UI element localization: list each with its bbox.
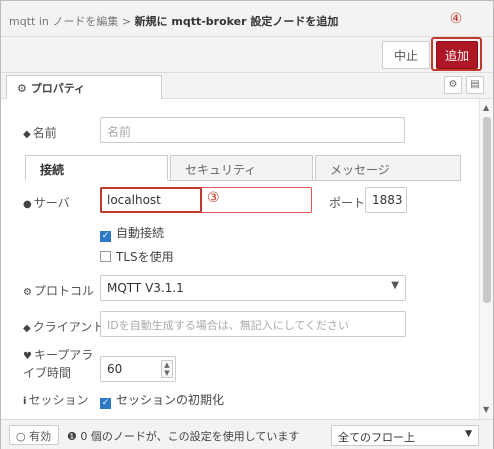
config-tabs: 接続 セキュリティ メッセージ <box>25 155 461 181</box>
client-label: ◆ クライアント <box>23 320 105 334</box>
scrollbar-thumb[interactable] <box>483 117 491 303</box>
chevron-down-icon: ▼ <box>391 280 399 291</box>
auto-connect-checkbox[interactable]: ✓ 自動接続 <box>100 224 164 242</box>
name-label: ◆ 名前 <box>23 126 57 140</box>
session-label: i セッション <box>23 393 89 407</box>
globe-icon: ● <box>23 199 32 210</box>
port-label: ポート <box>329 196 366 210</box>
keepalive-value: 60 <box>107 362 123 376</box>
circle-icon: ○ <box>16 430 26 443</box>
use-tls-checkbox[interactable]: TLSを使用 <box>100 248 174 265</box>
tab-properties-label: プロパティ <box>30 82 86 95</box>
breadcrumb-parent[interactable]: mqtt in ノードを編集 > <box>9 15 135 28</box>
checkbox-checked-icon: ✓ <box>100 398 111 409</box>
enabled-toggle[interactable]: ○ 有効 <box>9 425 59 445</box>
annotation-highlight-add <box>431 37 482 71</box>
protocol-label: ⚙ プロトコル <box>23 284 94 298</box>
tab-properties[interactable]: ⚙ プロパティ <box>6 75 162 100</box>
annotation-highlight-server <box>100 187 202 213</box>
name-input[interactable]: 名前 <box>100 117 405 143</box>
scrollbar[interactable]: ▲ ▼ <box>479 99 493 419</box>
info-icon: ❶ <box>67 430 77 443</box>
document-icon[interactable]: ▤ <box>466 76 484 94</box>
server-label: ● サーバ <box>23 196 70 210</box>
protocol-selected-value: MQTT V3.1.1 <box>107 281 184 295</box>
heartbeat-icon: ♥ <box>23 351 32 362</box>
clean-session-checkbox[interactable]: ✓ セッションの初期化 <box>100 391 224 409</box>
keepalive-label: ♥ キープアラ イブ時間 <box>23 348 94 380</box>
scope-selected-value: 全てのフロー上 <box>338 431 415 444</box>
tab-messages[interactable]: メッセージ <box>315 155 461 181</box>
properties-tab-row: ⚙ プロパティ ⚙ ▤ <box>1 73 493 100</box>
scroll-up-icon[interactable]: ▲ <box>483 103 489 112</box>
keepalive-input[interactable]: 60 ▲ ▼ <box>100 356 176 382</box>
toolbar: 中止 追加 <box>1 37 493 73</box>
chevron-down-icon: ▼ <box>465 429 472 439</box>
spinner-icon[interactable]: ▲ ▼ <box>161 360 173 378</box>
checkbox-unchecked-icon <box>100 251 111 262</box>
protocol-select[interactable]: MQTT V3.1.1 ▼ <box>100 275 406 301</box>
client-id-input[interactable]: IDを自動生成する場合は、無記入にしてください <box>100 311 406 337</box>
scroll-down-icon[interactable]: ▼ <box>483 405 489 414</box>
breadcrumb: mqtt in ノードを編集 > 新規に mqtt-broker 設定ノードを追… <box>1 1 493 37</box>
footer: ○ 有効 ❶ 0 個のノードが、この設定を使用しています 全てのフロー上 ▼ <box>1 419 493 449</box>
tab-security[interactable]: セキュリティ <box>170 155 313 181</box>
gear-icon: ⚙ <box>23 287 32 298</box>
gear-icon: ⚙ <box>17 82 27 95</box>
keepalive-label-line2: イブ時間 <box>23 366 72 380</box>
form-content: ◆ 名前 名前 接続 セキュリティ メッセージ ● サーバ localhost ③ … <box>1 99 479 419</box>
checkbox-checked-icon: ✓ <box>100 231 111 242</box>
usage-info: ❶ 0 個のノードが、この設定を使用しています <box>67 430 300 443</box>
gear-icon[interactable]: ⚙ <box>444 76 462 94</box>
tab-connection[interactable]: 接続 <box>25 155 168 181</box>
tag-icon: ◆ <box>23 129 31 140</box>
breadcrumb-current: 新規に mqtt-broker 設定ノードを追加 <box>134 15 339 28</box>
cancel-button[interactable]: 中止 <box>382 41 430 69</box>
tag-icon: ◆ <box>23 323 31 334</box>
annotation-step-3: ③ <box>207 190 220 206</box>
port-input[interactable]: 1883 <box>365 187 407 213</box>
annotation-step-4: ④ <box>449 11 463 27</box>
scope-select[interactable]: 全てのフロー上 ▼ <box>331 425 479 446</box>
info-icon: i <box>23 396 27 407</box>
dialog: mqtt in ノードを編集 > 新規に mqtt-broker 設定ノードを追… <box>0 0 494 449</box>
